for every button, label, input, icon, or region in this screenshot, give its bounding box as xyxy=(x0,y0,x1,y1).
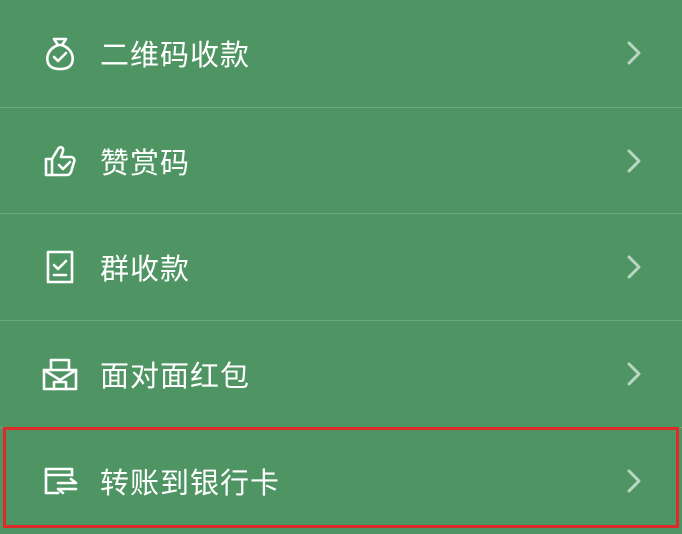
menu-item-reward-code[interactable]: 赞赏码 xyxy=(0,108,682,214)
menu-item-label: 转账到银行卡 xyxy=(100,466,281,500)
menu-item-transfer-to-bank-card[interactable]: 转账到银行卡 xyxy=(0,428,682,534)
menu-item-face-to-face-red-packet[interactable]: 面对面红包 xyxy=(0,321,682,427)
menu-item-label: 群收款 xyxy=(100,252,191,286)
menu-item-label: 赞赏码 xyxy=(100,146,191,180)
bank-transfer-icon xyxy=(40,461,80,501)
receipt-check-icon xyxy=(40,247,80,287)
payment-menu: 二维码收款 赞赏码 群收款 面对面红包 转账到银行卡 xyxy=(0,0,682,531)
money-bag-icon xyxy=(40,33,80,73)
red-packet-icon xyxy=(40,354,80,394)
menu-item-label: 面对面红包 xyxy=(100,359,251,393)
chevron-right-icon xyxy=(627,41,641,65)
chevron-right-icon xyxy=(627,469,641,493)
thumbs-up-icon xyxy=(40,141,80,181)
menu-item-label: 二维码收款 xyxy=(100,38,251,72)
chevron-right-icon xyxy=(627,149,641,173)
menu-item-group-receive[interactable]: 群收款 xyxy=(0,214,682,320)
chevron-right-icon xyxy=(627,255,641,279)
menu-item-qr-code-receive[interactable]: 二维码收款 xyxy=(0,0,682,106)
chevron-right-icon xyxy=(627,362,641,386)
